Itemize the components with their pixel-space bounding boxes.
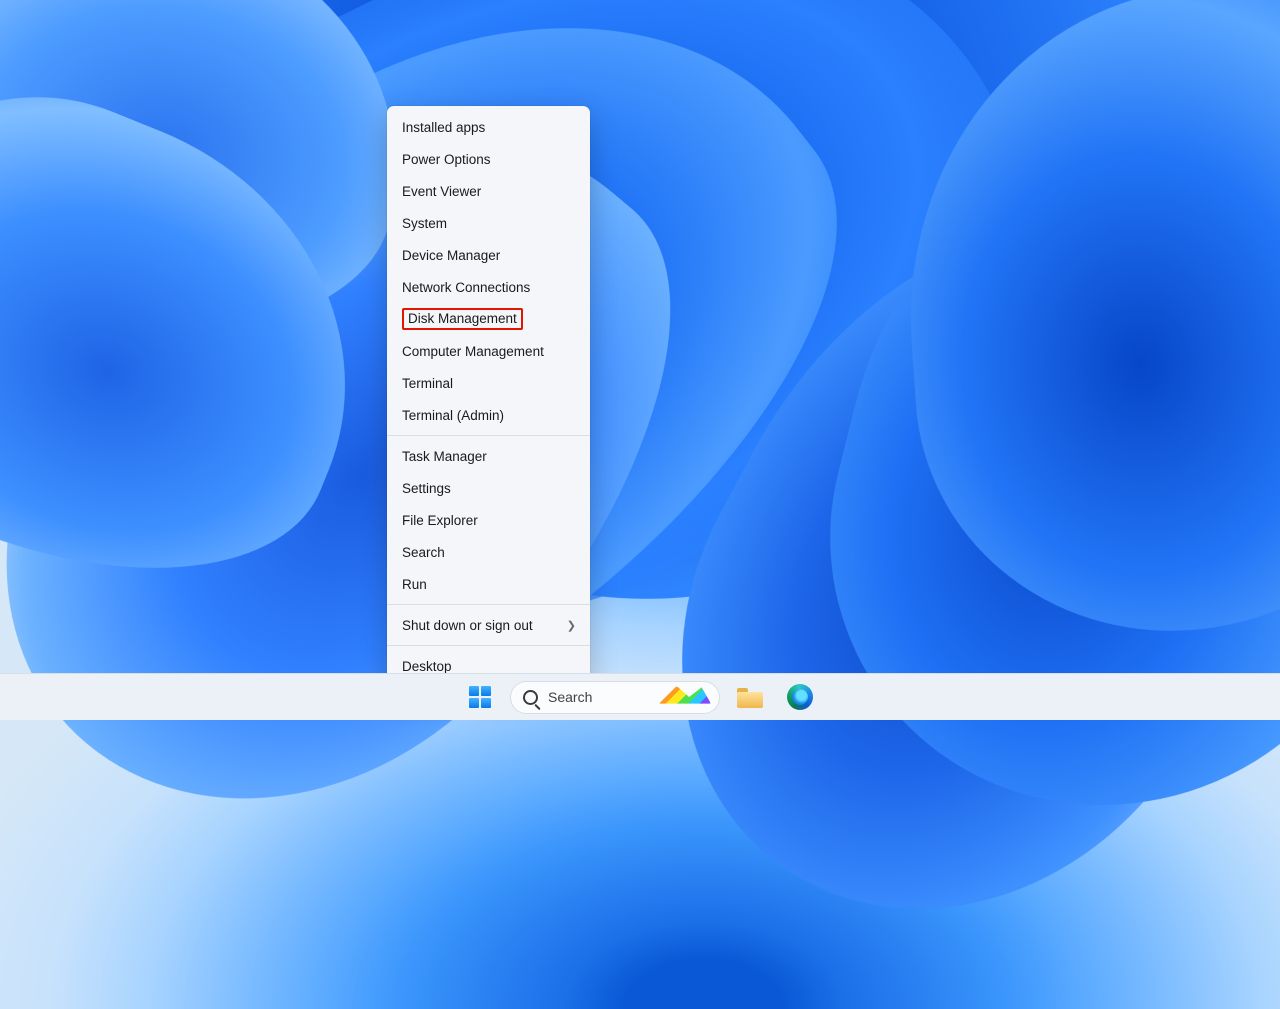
folder-icon: [737, 686, 763, 708]
menu-item-label: Terminal: [402, 376, 453, 391]
menu-separator: [387, 645, 590, 646]
taskbar-edge[interactable]: [780, 677, 820, 717]
menu-item-label: Disk Management: [402, 308, 523, 330]
menu-task-manager[interactable]: Task Manager: [387, 440, 590, 472]
menu-separator: [387, 435, 590, 436]
menu-power-options[interactable]: Power Options: [387, 143, 590, 175]
search-icon: [523, 690, 538, 705]
menu-item-label: Event Viewer: [402, 184, 481, 199]
menu-item-label: Computer Management: [402, 344, 544, 359]
menu-item-label: Installed apps: [402, 120, 485, 135]
menu-file-explorer[interactable]: File Explorer: [387, 504, 590, 536]
menu-network-connections[interactable]: Network Connections: [387, 271, 590, 303]
menu-item-label: Search: [402, 545, 445, 560]
menu-item-label: Task Manager: [402, 449, 487, 464]
menu-item-label: Power Options: [402, 152, 491, 167]
desktop-wallpaper: [0, 0, 1280, 720]
menu-item-label: Network Connections: [402, 280, 530, 295]
menu-separator: [387, 604, 590, 605]
search-placeholder: Search: [548, 689, 592, 705]
menu-terminal[interactable]: Terminal: [387, 367, 590, 399]
menu-device-manager[interactable]: Device Manager: [387, 239, 590, 271]
menu-run[interactable]: Run: [387, 568, 590, 600]
menu-disk-management[interactable]: Disk Management: [387, 303, 590, 335]
search-highlight-graphic: [659, 686, 711, 708]
menu-item-label: Desktop: [402, 659, 452, 674]
winx-context-menu: Installed apps Power Options Event Viewer S…: [387, 106, 590, 688]
menu-event-viewer[interactable]: Event Viewer: [387, 175, 590, 207]
menu-item-label: Settings: [402, 481, 451, 496]
menu-shutdown-signout[interactable]: Shut down or sign out ❯: [387, 609, 590, 641]
menu-terminal-admin[interactable]: Terminal (Admin): [387, 399, 590, 431]
taskbar-start[interactable]: [460, 677, 500, 717]
menu-item-label: Terminal (Admin): [402, 408, 504, 423]
menu-item-label: Device Manager: [402, 248, 500, 263]
taskbar: Search: [0, 673, 1280, 720]
start-icon: [469, 686, 491, 708]
menu-item-label: File Explorer: [402, 513, 478, 528]
taskbar-search[interactable]: Search: [510, 681, 720, 714]
edge-icon: [787, 684, 813, 710]
menu-item-label: Run: [402, 577, 427, 592]
menu-settings[interactable]: Settings: [387, 472, 590, 504]
menu-installed-apps[interactable]: Installed apps: [387, 111, 590, 143]
menu-item-label: Shut down or sign out: [402, 618, 533, 633]
menu-computer-management[interactable]: Computer Management: [387, 335, 590, 367]
menu-item-label: System: [402, 216, 447, 231]
chevron-right-icon: ❯: [567, 619, 576, 632]
menu-system[interactable]: System: [387, 207, 590, 239]
menu-search[interactable]: Search: [387, 536, 590, 568]
taskbar-file-explorer[interactable]: [730, 677, 770, 717]
